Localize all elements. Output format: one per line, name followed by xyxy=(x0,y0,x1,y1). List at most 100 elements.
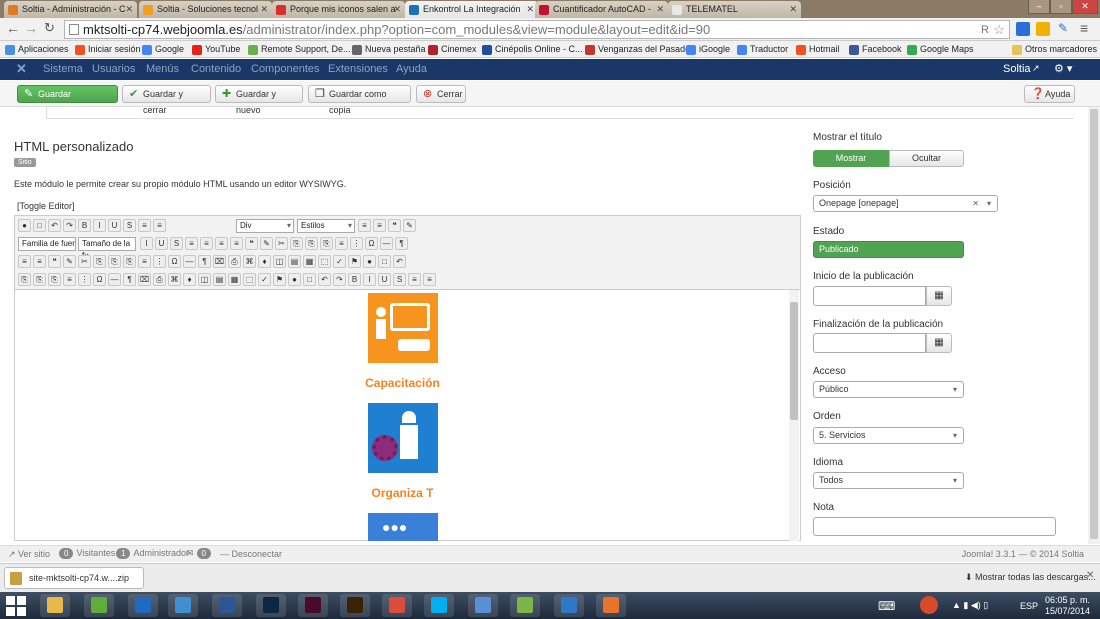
editor-tool-button[interactable]: B xyxy=(348,273,361,286)
editor-tool-button[interactable]: ⎘ xyxy=(123,255,136,268)
editor-tool-button[interactable]: ⚑ xyxy=(348,255,361,268)
taskbar-outlook-icon[interactable] xyxy=(128,594,158,617)
editor-tool-button[interactable]: — xyxy=(108,273,121,286)
editor-tool-button[interactable]: ⎘ xyxy=(33,273,46,286)
browser-tab[interactable]: Cuantificador AutoCAD - ✕ xyxy=(535,1,668,18)
extension-icon[interactable] xyxy=(1016,22,1030,36)
editor-tool-button[interactable]: ≡ xyxy=(63,273,76,286)
editor-tool-button[interactable]: ♦ xyxy=(258,255,271,268)
editor-content-area[interactable]: Capacitación Organiza T ●●● xyxy=(15,289,800,541)
editor-tool-button[interactable]: ⌧ xyxy=(213,255,226,268)
editor-tool-button[interactable]: U xyxy=(108,219,121,232)
editor-tool-button[interactable]: ⋮ xyxy=(153,255,166,268)
admin-menu-item[interactable]: Menús xyxy=(146,63,179,75)
bookmark-item[interactable]: Cinépolis Online - C... xyxy=(482,43,583,56)
close-tab-icon[interactable]: ✕ xyxy=(789,4,797,15)
editor-tool-button[interactable]: ◫ xyxy=(198,273,211,286)
bookmark-item[interactable]: iGoogle xyxy=(686,43,730,56)
editor-tool-button[interactable]: ≡ xyxy=(185,237,198,250)
editor-tool-button[interactable]: Ω xyxy=(168,255,181,268)
publish-up-input[interactable] xyxy=(813,286,926,306)
reload-icon[interactable]: ↻ xyxy=(44,20,55,36)
taskbar-grid-icon[interactable] xyxy=(84,594,114,617)
editor-tool-button[interactable]: ⌘ xyxy=(243,255,256,268)
editor-tool-button[interactable]: □ xyxy=(33,219,46,232)
calendar-icon[interactable]: ▦ xyxy=(926,333,952,353)
toggle-editor-link[interactable]: [Toggle Editor] xyxy=(17,201,75,211)
admin-menu-item[interactable]: Sistema xyxy=(43,63,83,75)
close-tab-icon[interactable]: ✕ xyxy=(125,4,133,15)
taskbar-indesign-icon[interactable] xyxy=(298,594,328,617)
editor-tool-button[interactable]: ↶ xyxy=(393,255,406,268)
editor-tool-button[interactable]: ⋮ xyxy=(78,273,91,286)
bookmark-item[interactable]: Facebook xyxy=(849,43,902,56)
editor-tool-button[interactable]: ✎ xyxy=(260,237,273,250)
close-tab-icon[interactable]: ✕ xyxy=(656,4,664,15)
bookmark-other[interactable]: Otros marcadores xyxy=(1012,43,1097,56)
extension-icon[interactable]: ✎ xyxy=(1058,21,1068,35)
show-all-downloads-link[interactable]: ⬇ Mostrar todas las descargas... xyxy=(965,572,1096,583)
editor-tool-button[interactable]: ⬚ xyxy=(318,255,331,268)
editor-tool-button[interactable]: ❝ xyxy=(388,219,401,232)
editor-tool-button[interactable]: ≡ xyxy=(215,237,228,250)
logout-link[interactable]: — Desconectar xyxy=(220,549,282,559)
editor-tool-button[interactable]: U xyxy=(378,273,391,286)
format-select[interactable]: Div ▾ xyxy=(236,219,294,233)
editor-tool-button[interactable]: ● xyxy=(18,219,31,232)
maximize-button[interactable]: ▫ xyxy=(1050,0,1072,14)
tray-app-icon[interactable] xyxy=(920,596,938,614)
editor-tool-button[interactable]: ⎘ xyxy=(108,255,121,268)
back-icon[interactable]: ← xyxy=(6,20,20,36)
show-title-button[interactable]: Mostrar xyxy=(813,150,889,167)
bookmark-item[interactable]: YouTube xyxy=(192,43,240,56)
bookmark-item[interactable]: Aplicaciones xyxy=(5,43,69,56)
editor-tool-button[interactable]: ⋮ xyxy=(350,237,363,250)
windows-start-icon[interactable] xyxy=(6,596,26,616)
bookmark-item[interactable]: Hotmail xyxy=(796,43,840,56)
position-select[interactable]: Onepage [onepage] ✕ ▾ xyxy=(813,195,998,212)
taskbar-media-icon[interactable] xyxy=(596,594,626,617)
editor-tool-button[interactable]: ⌘ xyxy=(168,273,181,286)
editor-tool-button[interactable]: □ xyxy=(303,273,316,286)
editor-tool-button[interactable]: ⎘ xyxy=(320,237,333,250)
editor-tool-button[interactable]: Ω xyxy=(365,237,378,250)
editor-tool-button[interactable]: ≡ xyxy=(408,273,421,286)
view-site-link[interactable]: ↗ Ver sitio xyxy=(8,549,50,560)
publish-down-input[interactable] xyxy=(813,333,926,353)
status-select[interactable]: Publicado xyxy=(813,241,964,258)
editor-tool-button[interactable]: ≡ xyxy=(18,255,31,268)
editor-tool-button[interactable]: ✂ xyxy=(78,255,91,268)
editor-tool-button[interactable]: ♦ xyxy=(183,273,196,286)
save-close-button[interactable]: ✔ Guardar y cerrar xyxy=(122,85,211,115)
editor-tool-button[interactable]: ≡ xyxy=(153,219,166,232)
editor-tool-button[interactable]: ⎘ xyxy=(93,255,106,268)
admin-menu-item[interactable]: Usuarios xyxy=(92,63,135,75)
editor-tool-button[interactable]: ≡ xyxy=(358,219,371,232)
editor-tool-button[interactable]: ✎ xyxy=(403,219,416,232)
help-button[interactable]: ❓ Ayuda xyxy=(1024,85,1075,103)
editor-tool-button[interactable]: ≡ xyxy=(138,219,151,232)
editor-tool-button[interactable]: ✎ xyxy=(63,255,76,268)
editor-tool-button[interactable]: ≡ xyxy=(423,273,436,286)
save-button[interactable]: ✎ Guardar xyxy=(17,85,118,103)
editor-tool-button[interactable]: ≡ xyxy=(230,237,243,250)
order-select[interactable]: 5. Servicios ▾ xyxy=(813,427,964,444)
user-menu-icon[interactable]: ⚙ ▾ xyxy=(1054,62,1072,75)
forward-icon[interactable]: → xyxy=(24,20,38,36)
bookmark-item[interactable]: Remote Support, De... xyxy=(248,43,351,56)
hide-title-button[interactable]: Ocultar xyxy=(889,150,964,167)
editor-tool-button[interactable]: ❝ xyxy=(245,237,258,250)
admin-menu-item[interactable]: Extensiones xyxy=(328,63,388,75)
calendar-icon[interactable]: ▦ xyxy=(926,286,952,306)
editor-tool-button[interactable]: ↷ xyxy=(333,273,346,286)
admin-menu-item[interactable]: Componentes xyxy=(251,63,320,75)
joomla-logo-icon[interactable]: ✕ xyxy=(16,61,27,77)
minimize-button[interactable]: – xyxy=(1028,0,1050,14)
browser-tab[interactable]: Porque mis iconos salen a ✕ xyxy=(272,1,405,18)
note-input[interactable] xyxy=(813,517,1056,536)
editor-tool-button[interactable]: ≡ xyxy=(373,219,386,232)
editor-tool-button[interactable]: B xyxy=(78,219,91,232)
editor-tool-button[interactable]: ¶ xyxy=(123,273,136,286)
language-indicator[interactable]: ESP xyxy=(1020,601,1038,611)
editor-tool-button[interactable]: ▤ xyxy=(213,273,226,286)
